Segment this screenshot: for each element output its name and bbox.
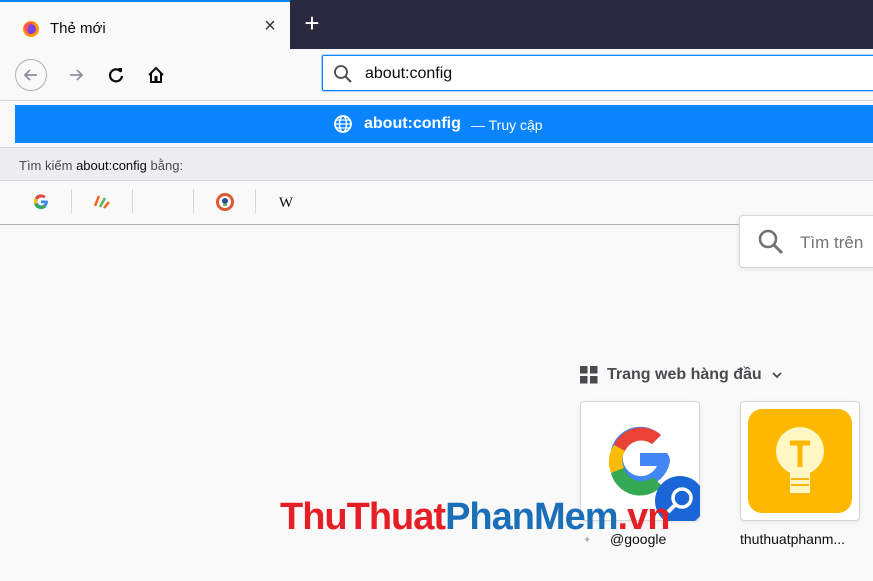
url-bar[interactable]: about:config (322, 55, 873, 91)
watermark-part-b: PhanMem (445, 496, 618, 538)
new-tab-icon[interactable]: + (300, 10, 324, 36)
wikipedia-engine-button[interactable]: W (275, 191, 297, 213)
new-tab-content: Tìm trên Trang web hàng đầu ✦ @google th… (0, 215, 873, 581)
duckduckgo-icon (216, 193, 234, 211)
dropdown-result-visit[interactable]: about:config — Truy cập (15, 105, 873, 143)
result-title: about:config (364, 115, 461, 132)
reload-button[interactable] (100, 59, 132, 91)
coccoc-engine-button[interactable] (91, 191, 113, 213)
search-with-text: Tìm kiếm about:config bằng: (19, 158, 183, 173)
divider (193, 189, 194, 213)
top-site-tile-thuthuatphanmem[interactable] (740, 401, 860, 521)
svg-text:W: W (279, 195, 294, 211)
divider (255, 189, 256, 213)
top-sites-header[interactable]: Trang web hàng đầu (580, 366, 783, 384)
tab-title: Thẻ mới (50, 20, 106, 37)
duckduckgo-engine-button[interactable] (214, 191, 236, 213)
google-icon (33, 194, 48, 210)
arrow-left-icon (23, 69, 37, 81)
divider (132, 189, 133, 213)
globe-icon (334, 115, 352, 133)
result-action: — Truy cập (471, 117, 543, 133)
watermark-part-c: .vn (617, 496, 671, 538)
home-button[interactable] (140, 59, 172, 91)
reload-icon (108, 68, 124, 83)
browser-window: Thẻ mới × + about:config about:config — … (0, 0, 873, 581)
search-with-bar: Tìm kiếm about:config bằng: (0, 147, 873, 181)
watermark: ThuThuatPhanMem.vn (280, 496, 671, 539)
back-button[interactable] (15, 59, 47, 91)
search-with-suffix: bằng: (146, 158, 184, 173)
google-engine-button[interactable] (30, 191, 52, 213)
search-with-prefix: Tìm kiếm (19, 158, 77, 173)
grid-icon (580, 366, 598, 384)
home-icon (148, 66, 164, 83)
coccoc-icon (93, 195, 110, 209)
search-with-query: about:config (76, 158, 147, 173)
search-icon (758, 229, 784, 255)
divider (71, 189, 72, 213)
newtab-search-placeholder: Tìm trên (800, 233, 864, 252)
blank-engine-button[interactable] (152, 191, 174, 213)
newtab-search-box[interactable]: Tìm trên (739, 215, 873, 268)
watermark-part-a: ThuThuat (280, 496, 446, 538)
close-tab-icon[interactable]: × (260, 16, 280, 36)
top-sites-title: Trang web hàng đầu (607, 366, 762, 383)
tab-strip: Thẻ mới × + (0, 0, 873, 49)
lightbulb-icon (748, 409, 852, 513)
firefox-icon (23, 21, 39, 37)
chevron-down-icon (772, 372, 782, 379)
wikipedia-icon: W (279, 195, 294, 211)
tab-new-tab[interactable]: Thẻ mới × (0, 0, 290, 49)
search-icon (334, 65, 352, 83)
forward-button[interactable] (60, 59, 92, 91)
top-site-label: thuthuatphanm... (740, 531, 846, 547)
url-input[interactable]: about:config (365, 65, 452, 83)
arrow-right-icon (70, 69, 84, 81)
url-dropdown: about:config — Truy cập Tìm kiếm about:c… (0, 101, 873, 225)
nav-bar: about:config (0, 49, 873, 101)
